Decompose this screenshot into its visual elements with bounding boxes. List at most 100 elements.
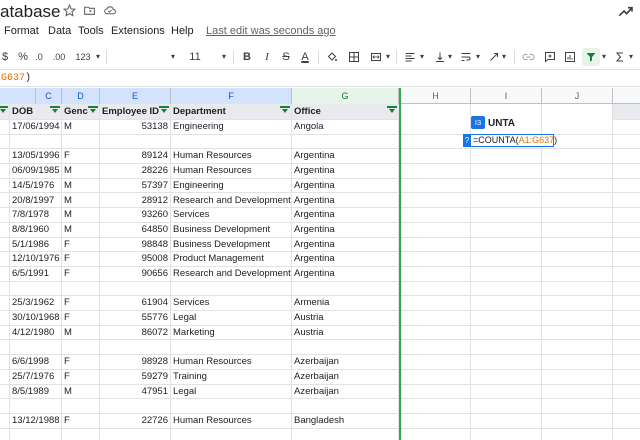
cell-b[interactable] [0, 414, 10, 429]
cell-dob[interactable]: 12/10/1976 [10, 252, 62, 267]
cell-b[interactable] [0, 178, 10, 194]
cell-office[interactable] [292, 428, 399, 440]
cell-employee-id[interactable]: 28912 [100, 193, 171, 209]
cell-office[interactable]: Argentina [292, 164, 399, 179]
cell-office[interactable]: Angola [292, 120, 399, 135]
cell-h[interactable] [401, 340, 471, 356]
font-size-chevron-icon[interactable]: ▾ [220, 48, 228, 66]
cell-i[interactable] [471, 428, 542, 440]
cell-h[interactable] [401, 104, 471, 120]
cell-i[interactable] [471, 267, 542, 282]
formula-edit-cell[interactable]: =COUNTA(A1:G637) [470, 134, 557, 147]
font-size-field[interactable]: 11 [186, 48, 204, 66]
cell-i[interactable] [471, 384, 542, 400]
cell-department[interactable]: Services [171, 208, 292, 223]
cell-department[interactable]: Human Resources [171, 164, 292, 179]
cell-dob[interactable] [10, 399, 62, 414]
more-formats-button[interactable]: 123 [72, 48, 94, 66]
column-header-h[interactable]: H [401, 88, 471, 104]
cell-office[interactable]: Argentina [292, 193, 399, 209]
cell-j[interactable] [542, 178, 613, 194]
cell-i[interactable] [471, 369, 542, 385]
cell-dob[interactable]: 8/5/1989 [10, 384, 62, 400]
cell-i[interactable] [471, 281, 542, 297]
cell-employee-id[interactable]: 61904 [100, 296, 171, 312]
cell-j[interactable] [542, 325, 613, 341]
star-icon[interactable] [62, 3, 76, 18]
cell-gender[interactable] [62, 340, 100, 356]
cell-gender[interactable]: F [62, 296, 100, 312]
cell-dob[interactable]: 13/12/1988 [10, 414, 62, 429]
cell-department[interactable] [171, 134, 292, 150]
cell-department[interactable]: Marketing [171, 325, 292, 341]
chevron-down-icon[interactable]: ▾ [94, 48, 102, 66]
cell-gender[interactable] [62, 134, 100, 150]
cell-j[interactable] [542, 340, 613, 356]
cell-i[interactable] [471, 193, 542, 209]
cell-office[interactable]: Argentina [292, 149, 399, 165]
cell-i[interactable] [471, 178, 542, 194]
cell-i[interactable] [471, 208, 542, 223]
cell-employee-id[interactable]: 22726 [100, 414, 171, 429]
cell-dob[interactable]: 30/10/1968 [10, 311, 62, 326]
cell-h[interactable] [401, 208, 471, 223]
cell-j[interactable] [542, 296, 613, 312]
spreadsheet-grid[interactable]: C D E F G H I J DOB Genc Employee ID Dep… [0, 88, 640, 440]
cell-employee-id[interactable] [100, 281, 171, 297]
column-header-i[interactable]: I [471, 88, 542, 104]
cell-gender[interactable]: F [62, 149, 100, 165]
menu-format[interactable]: Format [4, 25, 39, 37]
cell-gender[interactable]: F [62, 267, 100, 282]
cell-j[interactable] [542, 149, 613, 165]
cell-j[interactable] [542, 252, 613, 267]
cell-office[interactable]: Azerbaijan [292, 369, 399, 385]
cell-b[interactable] [0, 399, 10, 414]
cell-department[interactable]: Product Management [171, 252, 292, 267]
cell-office[interactable]: Austria [292, 311, 399, 326]
cell-h[interactable] [401, 399, 471, 414]
merge-chevron-icon[interactable]: ▾ [384, 48, 392, 66]
cell-i[interactable] [471, 325, 542, 341]
cell-i[interactable] [471, 414, 542, 429]
cell-employee-id[interactable]: 64850 [100, 222, 171, 238]
cell-h[interactable] [401, 120, 471, 135]
header-gender[interactable]: Genc [62, 104, 100, 120]
cell-h[interactable] [401, 193, 471, 209]
cell-gender[interactable] [62, 428, 100, 440]
cell-dob[interactable] [10, 428, 62, 440]
increase-decimal-button[interactable]: .00 [50, 48, 68, 66]
cell-office[interactable]: Azerbaijan [292, 355, 399, 370]
cell-employee-id[interactable]: 93260 [100, 208, 171, 223]
cloud-saved-icon[interactable] [103, 4, 117, 18]
cell-department[interactable]: Human Resources [171, 414, 292, 429]
cell-dob[interactable] [10, 134, 62, 150]
cell-b[interactable] [0, 369, 10, 385]
cell-h[interactable] [401, 134, 471, 150]
cell-office[interactable] [292, 134, 399, 150]
trend-icon[interactable] [618, 4, 634, 18]
strikethrough-button[interactable]: S [279, 48, 293, 66]
cell-i[interactable] [471, 399, 542, 414]
italic-button[interactable]: I [260, 48, 274, 66]
cell-dob[interactable]: 6/5/1991 [10, 267, 62, 282]
cell-department[interactable]: Human Resources [171, 149, 292, 165]
cell-office[interactable]: Argentina [292, 222, 399, 238]
header-department[interactable]: Department [171, 104, 292, 120]
header-office[interactable]: Office [292, 104, 399, 120]
cell-i[interactable] [471, 222, 542, 238]
cell-office[interactable] [292, 399, 399, 414]
cell-gender[interactable] [62, 281, 100, 297]
wrap-chevron-icon[interactable]: ▾ [474, 48, 482, 66]
document-title[interactable]: atabase [0, 2, 61, 22]
column-header-j[interactable]: J [542, 88, 613, 104]
cell-dob[interactable]: 13/05/1996 [10, 149, 62, 165]
cell-b[interactable] [0, 208, 10, 223]
cell-b[interactable] [0, 355, 10, 370]
cell-gender[interactable]: M [62, 384, 100, 400]
cell-gender[interactable]: F [62, 414, 100, 429]
filter-toggle-icon[interactable] [0, 106, 8, 113]
cell-gender[interactable]: F [62, 369, 100, 385]
column-header-d[interactable]: D [62, 88, 100, 104]
cell-employee-id[interactable]: 95008 [100, 252, 171, 267]
cell-employee-id[interactable]: 47951 [100, 384, 171, 400]
